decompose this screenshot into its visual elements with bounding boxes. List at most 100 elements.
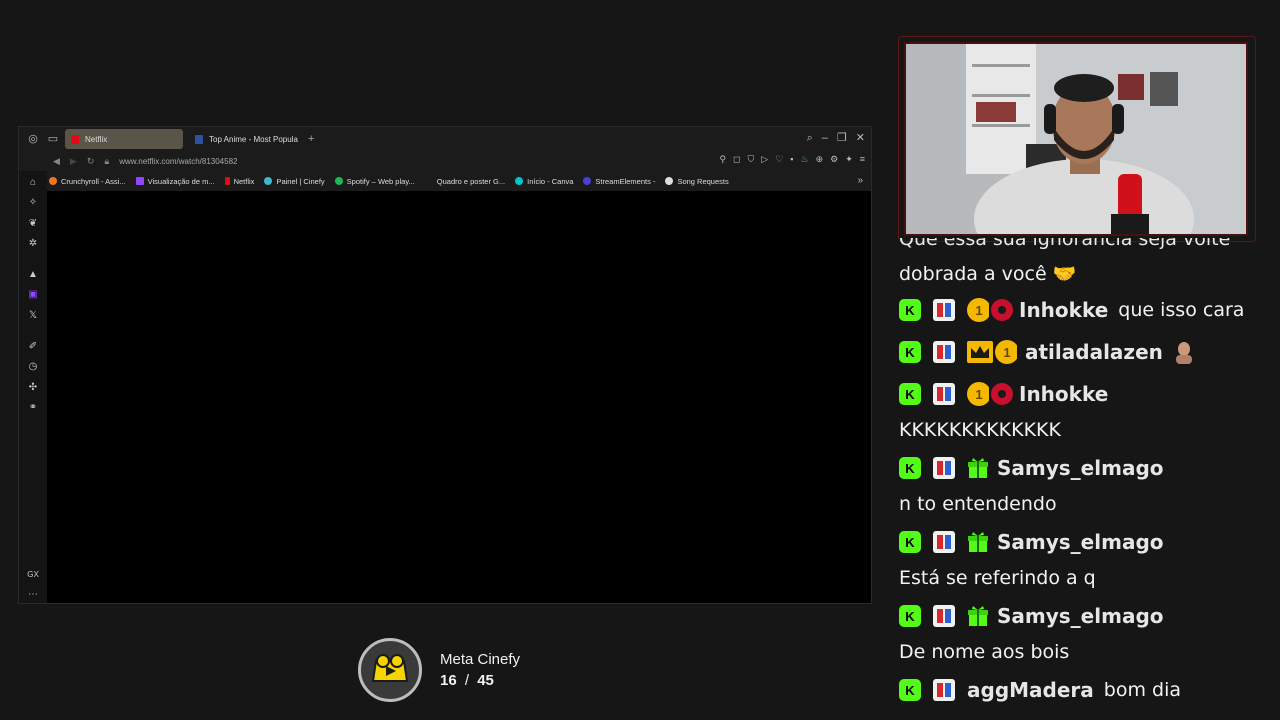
home-icon[interactable]: ⌂ xyxy=(27,177,39,189)
bookmark-song-requests[interactable]: Song Requests xyxy=(665,177,729,186)
play-icon[interactable]: ▷ xyxy=(761,154,768,165)
svg-text:K: K xyxy=(905,345,915,360)
chat-message: K Samys_elmago xyxy=(899,456,1280,480)
bookmark-canva[interactable]: Início - Canva xyxy=(515,177,573,186)
tab-netflix[interactable]: Netflix xyxy=(65,129,183,149)
shield-icon[interactable]: ⛉ xyxy=(748,154,755,165)
tab-label: Top Anime - Most Popula xyxy=(209,134,298,144)
bookmark-cinefy[interactable]: Painel | Cinefy xyxy=(264,176,325,186)
menu-icon[interactable]: ≡ xyxy=(860,154,865,165)
minimize-icon[interactable]: – xyxy=(822,132,828,144)
chat-username[interactable]: atiladalazen xyxy=(1025,340,1163,364)
new-tab-icon[interactable]: + xyxy=(308,133,314,145)
kick-badge-icon: K xyxy=(899,341,921,363)
more-icon[interactable]: ⋯ xyxy=(27,589,39,601)
chat-message: De nome aos bois xyxy=(899,641,1280,663)
gold-badge-icon: 1 xyxy=(967,298,989,322)
netflix-icon xyxy=(71,134,79,144)
download-icon[interactable]: ⊕ xyxy=(816,154,824,165)
bookmarks-bar: Crunchyroll - Assi... Visualização de m.… xyxy=(19,171,871,191)
chat-message: K 1 Inhokke que isso cara xyxy=(899,298,1280,322)
compass-icon[interactable]: ✧ xyxy=(27,197,39,209)
extension-icon[interactable]: ▪ xyxy=(790,154,793,165)
sparkle-icon[interactable]: ✲ xyxy=(27,238,39,250)
chat-message: Está se referindo a q xyxy=(899,567,1280,589)
heart-icon[interactable]: ♡ xyxy=(775,154,783,165)
meta-separator: / xyxy=(464,672,470,689)
bookmark-twitch[interactable]: Visualização de m... xyxy=(135,177,215,186)
bookmark-crunchyroll[interactable]: Crunchyroll - Assi... xyxy=(49,177,126,186)
svg-text:1: 1 xyxy=(975,303,982,318)
webcam-image xyxy=(906,44,1246,234)
bookmark-label: Painel | Cinefy xyxy=(276,176,325,186)
myanimelist-icon xyxy=(195,134,203,144)
chat-message-text: que isso cara xyxy=(1118,299,1245,321)
maximize-icon[interactable]: ❐ xyxy=(837,132,847,144)
bookmark-streamelements[interactable]: StreamElements - xyxy=(583,177,655,186)
pin-icon[interactable]: ⚲ xyxy=(719,154,726,165)
meta-current: 16 xyxy=(440,672,457,689)
back-icon[interactable]: ◀ xyxy=(53,156,60,167)
meta-goal-widget: Meta Cinefy 16 / 45 xyxy=(358,638,520,702)
chat-username[interactable]: aggMadera xyxy=(967,678,1094,702)
bookmark-label: Netflix xyxy=(233,176,255,186)
search-tabs-icon[interactable]: ⌕ xyxy=(807,132,813,144)
bookmark-label: Início - Canva xyxy=(527,176,574,186)
chat-message: K 1 atiladalazen xyxy=(899,340,1280,364)
puzzle-icon[interactable]: ✦ xyxy=(845,154,853,165)
x-twitter-icon[interactable]: 𝕏 xyxy=(27,310,39,322)
svg-text:K: K xyxy=(905,535,915,550)
reload-icon[interactable]: ↻ xyxy=(87,156,95,167)
netflix-icon xyxy=(224,177,230,185)
chat-message-text: De nome aos bois xyxy=(899,641,1070,663)
chat-username[interactable]: Samys_elmago xyxy=(997,530,1164,554)
snapshot-icon[interactable]: ◻ xyxy=(733,154,740,165)
wallet-icon[interactable]: ⚭ xyxy=(27,402,39,414)
vpn-icon[interactable]: ♨ xyxy=(800,154,808,165)
chat-message: K aggMadera bom dia xyxy=(899,678,1280,702)
cinefy-logo-icon xyxy=(358,638,422,702)
close-icon[interactable]: ✕ xyxy=(856,132,865,144)
gold-badge-icon: 1 xyxy=(967,382,989,406)
chat-username[interactable]: Inhokke xyxy=(1019,298,1108,322)
bookmark-spotify[interactable]: Spotify – Web play... xyxy=(334,177,415,186)
browser-window: ◎ ▭ Netflix Top Anime - Most Popula + ⌕ … xyxy=(18,126,872,604)
meta-total: 45 xyxy=(477,672,494,689)
more-bookmarks-icon[interactable]: » xyxy=(857,175,863,186)
forward-icon[interactable]: ▶ xyxy=(70,156,77,167)
kick-badge-icon: K xyxy=(899,383,921,405)
svg-text:K: K xyxy=(905,461,915,476)
meta-progress: 16 / 45 xyxy=(440,672,520,689)
svg-text:K: K xyxy=(905,683,915,698)
bookmark-quadro[interactable]: Quadro e poster G... xyxy=(437,177,505,186)
arrow-up-icon[interactable]: ▲ xyxy=(27,269,39,281)
crown-badge-icon xyxy=(967,341,993,363)
chat-username[interactable]: Inhokke xyxy=(1019,382,1108,406)
chat-message-text: bom dia xyxy=(1103,679,1181,701)
chat-username[interactable]: Samys_elmago xyxy=(997,456,1164,480)
clock-icon[interactable]: ◷ xyxy=(27,361,39,373)
tab-top-anime[interactable]: Top Anime - Most Popula xyxy=(189,129,304,149)
extension-sidebar-icon[interactable]: ✣ xyxy=(27,382,39,394)
video-player[interactable] xyxy=(47,191,871,603)
tab-bar: ◎ ▭ Netflix Top Anime - Most Popula + ⌕ … xyxy=(19,127,871,151)
chat-message-text: n to entendendo xyxy=(899,493,1057,515)
twitch-sidebar-icon[interactable]: ▣ xyxy=(27,289,39,301)
chat-username[interactable]: Samys_elmago xyxy=(997,604,1164,628)
bookmark-netflix[interactable]: Netflix xyxy=(224,176,255,186)
chat-message-text: KKKKKKKKKKKKK xyxy=(899,419,1061,441)
settings-icon[interactable]: ⚙ xyxy=(830,154,838,165)
chat-message: dobrada a você 🤝 xyxy=(899,262,1280,285)
tool-icon[interactable]: ✐ xyxy=(27,341,39,353)
gx-icon[interactable]: GX xyxy=(27,569,39,581)
ai-icon[interactable]: ❦ xyxy=(27,218,39,230)
tab-label: Netflix xyxy=(85,134,108,144)
gift-badge-icon xyxy=(967,531,989,553)
chat-overlay: Que essa sua ignorância seja volte dobra… xyxy=(899,238,1280,720)
kick-badge-icon: K xyxy=(899,299,921,321)
opera-menu-icon[interactable]: ◎ xyxy=(27,133,39,145)
tab-overview-icon[interactable]: ▭ xyxy=(47,133,59,145)
browser-sidebar: ⌂ ✧ ❦ ✲ ▲ ▣ 𝕏 ✐ ◷ ✣ ⚭ GX ⋯ xyxy=(19,171,47,603)
url-field[interactable]: www.netflix.com/watch/81304582 xyxy=(119,157,237,166)
avatar-badge-icon xyxy=(933,341,955,363)
